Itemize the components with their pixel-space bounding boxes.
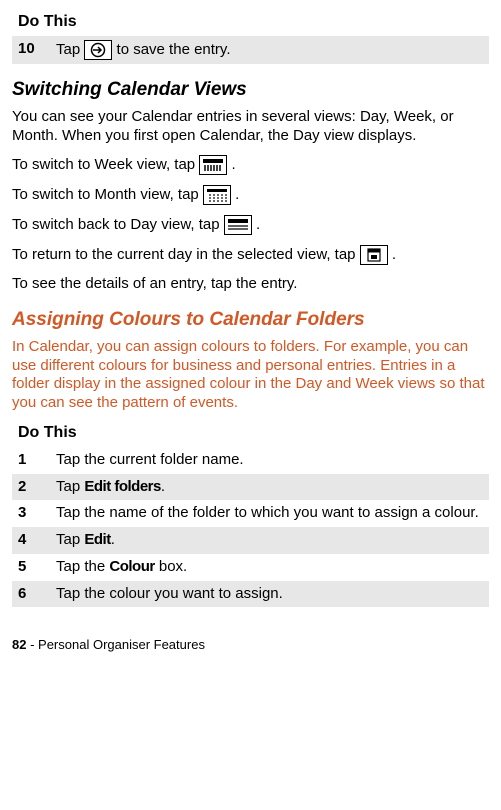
today-icon [360, 245, 388, 265]
text-before: To return to the current day in the sele… [12, 246, 360, 263]
step-text: Tap Edit folders. [50, 474, 489, 501]
paragraph: To switch back to Day view, tap . [12, 215, 489, 235]
step-text: Tap the current folder name. [50, 447, 489, 474]
text-before: To switch back to Day view, tap [12, 216, 224, 233]
day-view-icon [224, 215, 252, 235]
ui-label: Colour [109, 558, 154, 575]
do-this-table-steps: Do This 1 Tap the current folder name. 2… [12, 419, 489, 608]
step-number: 2 [12, 474, 50, 501]
paragraph: You can see your Calendar entries in sev… [12, 108, 489, 146]
table-row: 4 Tap Edit. [12, 527, 489, 554]
text-after: to save the entry. [117, 41, 231, 58]
text-before: Tap [56, 41, 84, 58]
period: . [235, 186, 239, 203]
step-number: 3 [12, 500, 50, 527]
table-row: 5 Tap the Colour box. [12, 554, 489, 581]
step-text: Tap Edit. [50, 527, 489, 554]
text-after: . [111, 531, 115, 548]
step-number: 6 [12, 581, 50, 608]
text-after: . [161, 478, 165, 495]
paragraph: To return to the current day in the sele… [12, 245, 489, 265]
table-row: 3 Tap the name of the folder to which yo… [12, 500, 489, 527]
paragraph: In Calendar, you can assign colours to f… [12, 338, 489, 413]
period: . [231, 156, 235, 173]
page-number: 82 [12, 637, 26, 652]
table-row: 6 Tap the colour you want to assign. [12, 581, 489, 608]
text-before: Tap [56, 531, 84, 548]
do-this-header: Do This [12, 8, 489, 36]
step-text: Tap the Colour box. [50, 554, 489, 581]
period: . [256, 216, 260, 233]
section-heading-switching-views: Switching Calendar Views [12, 78, 489, 102]
step-text: Tap the colour you want to assign. [50, 581, 489, 608]
footer-sep: - [26, 637, 38, 652]
paragraph: To switch to Week view, tap . [12, 155, 489, 175]
step-number: 5 [12, 554, 50, 581]
section-heading-assigning-colours: Assigning Colours to Calendar Folders [12, 308, 489, 332]
do-this-table-top: Do This 10 Tap to save the entry. [12, 8, 489, 64]
step-text: Tap the name of the folder to which you … [50, 500, 489, 527]
table-row: 2 Tap Edit folders. [12, 474, 489, 501]
page-footer: 82 - Personal Organiser Features [12, 637, 489, 653]
week-view-icon [199, 155, 227, 175]
step-number: 10 [12, 36, 50, 64]
table-row: 1 Tap the current folder name. [12, 447, 489, 474]
paragraph: To switch to Month view, tap . [12, 185, 489, 205]
save-arrow-icon [84, 40, 112, 60]
paragraph: To see the details of an entry, tap the … [12, 275, 489, 294]
step-number: 4 [12, 527, 50, 554]
text-before: Tap [56, 478, 84, 495]
do-this-header: Do This [12, 419, 489, 447]
ui-label: Edit [84, 531, 110, 548]
ui-label: Edit folders [84, 478, 161, 495]
footer-section: Personal Organiser Features [38, 637, 205, 652]
text-before: To switch to Month view, tap [12, 186, 203, 203]
month-view-icon [203, 185, 231, 205]
period: . [392, 246, 396, 263]
table-row: 10 Tap to save the entry. [12, 36, 489, 64]
text-after: box. [155, 558, 188, 575]
text-before: To switch to Week view, tap [12, 156, 199, 173]
step-number: 1 [12, 447, 50, 474]
step-text: Tap to save the entry. [50, 36, 489, 64]
text-before: Tap the [56, 558, 109, 575]
